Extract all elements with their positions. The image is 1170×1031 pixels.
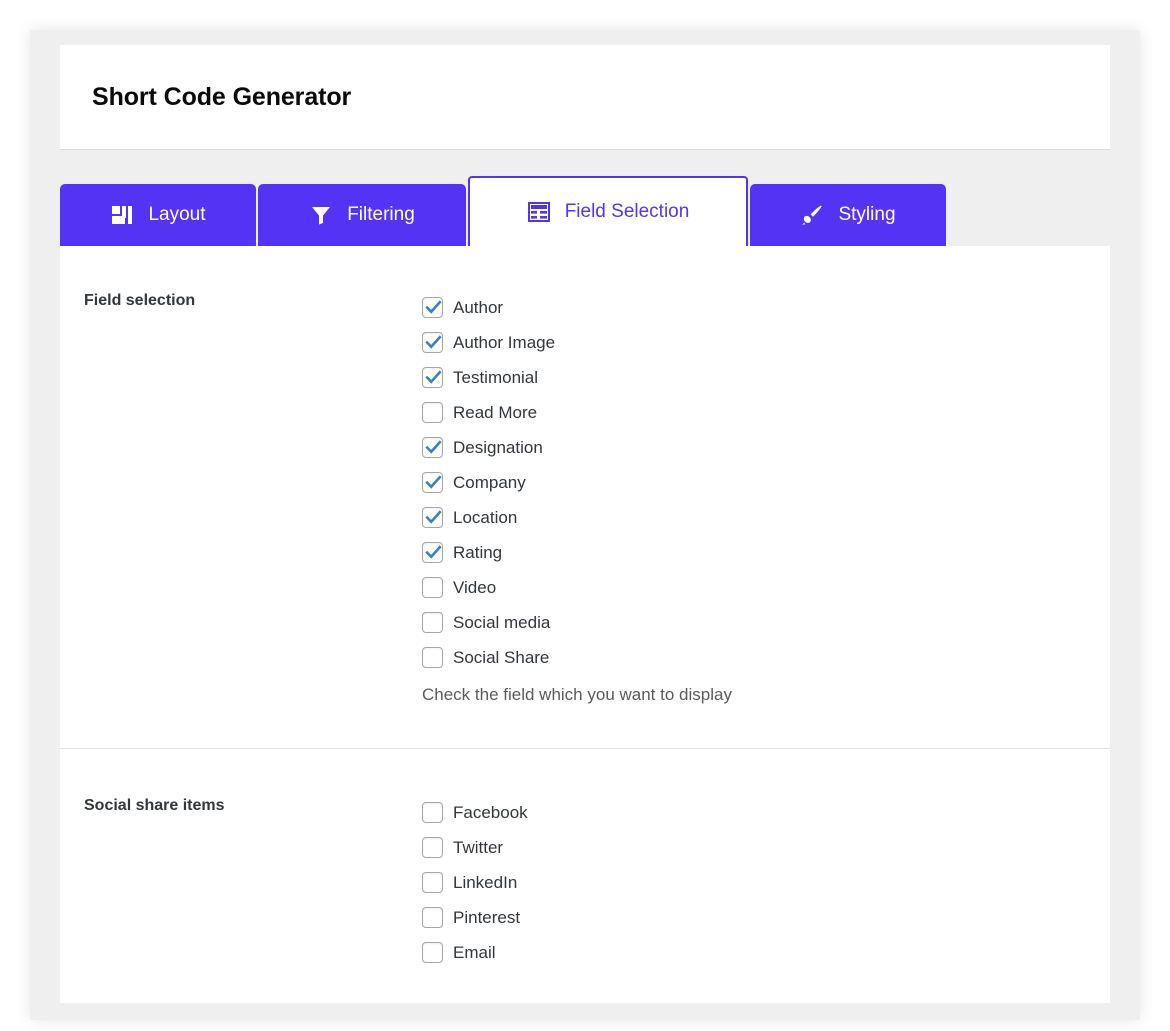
social-share-checkbox-list: Facebook Twitter LinkedIn Pinterest Email (422, 795, 1086, 970)
field-selection-item-row[interactable]: Read More (422, 395, 1086, 430)
social-share-item-row[interactable]: LinkedIn (422, 865, 1086, 900)
social-share-item-label: Pinterest (453, 907, 521, 927)
page-title: Short Code Generator (92, 83, 352, 111)
checkbox-checked-icon[interactable] (422, 297, 443, 318)
tab-filtering-label: Filtering (347, 204, 415, 225)
layout-grid-icon (110, 203, 134, 227)
social-share-item-row[interactable]: Facebook (422, 795, 1086, 830)
field-selection-label: Field selection (84, 292, 196, 309)
social-share-item-row[interactable]: Pinterest (422, 900, 1086, 935)
tab-layout[interactable]: Layout (60, 184, 256, 246)
funnel-icon (309, 203, 333, 227)
field-selection-item-label: Location (453, 507, 518, 527)
social-share-item-label: LinkedIn (453, 872, 518, 892)
tab-styling[interactable]: Styling (750, 184, 946, 246)
social-share-item-label: Twitter (453, 837, 504, 857)
checkbox-checked-icon[interactable] (422, 507, 443, 528)
field-selection-item-row[interactable]: Company (422, 465, 1086, 500)
checkbox-unchecked-icon[interactable] (422, 872, 443, 893)
checkbox-unchecked-icon[interactable] (422, 647, 443, 668)
checkbox-unchecked-icon[interactable] (422, 907, 443, 928)
checkbox-checked-icon[interactable] (422, 437, 443, 458)
social-share-item-row[interactable]: Twitter (422, 830, 1086, 865)
field-selection-item-row[interactable]: Rating (422, 535, 1086, 570)
field-selection-item-row[interactable]: Testimonial (422, 360, 1086, 395)
field-selection-item-row[interactable]: Designation (422, 430, 1086, 465)
checkbox-unchecked-icon[interactable] (422, 577, 443, 598)
tab-layout-label: Layout (148, 204, 206, 225)
field-selection-item-label: Social Share (453, 647, 550, 667)
tabs-strip: Layout Filtering Field Selection Styling (60, 151, 1110, 246)
field-selection-item-row[interactable]: Author (422, 290, 1086, 325)
checkbox-checked-icon[interactable] (422, 472, 443, 493)
checkbox-unchecked-icon[interactable] (422, 612, 443, 633)
field-selection-item-row[interactable]: Location (422, 500, 1086, 535)
social-share-item-label: Facebook (453, 802, 528, 822)
checkbox-checked-icon[interactable] (422, 542, 443, 563)
checkbox-unchecked-icon[interactable] (422, 942, 443, 963)
field-selection-item-label: Testimonial (453, 367, 539, 387)
field-selection-item-row[interactable]: Social media (422, 605, 1086, 640)
tab-field-selection-label: Field Selection (564, 201, 690, 222)
field-selection-item-row[interactable]: Social Share (422, 640, 1086, 675)
field-selection-item-label: Rating (453, 542, 503, 562)
header-card: Short Code Generator (60, 45, 1110, 150)
tab-list: Layout Filtering Field Selection Styling (60, 176, 948, 246)
field-selection-checkbox-list: Author Author Image Testimonial Read More De… (422, 290, 1086, 675)
field-selection-section: Field selection Author Author Image Testim… (60, 246, 1110, 749)
paintbrush-icon (800, 203, 824, 227)
field-selection-item-row[interactable]: Video (422, 570, 1086, 605)
social-share-item-label: Email (453, 942, 496, 962)
tab-filtering[interactable]: Filtering (258, 184, 466, 246)
tab-panel-field-selection: Field selection Author Author Image Testim… (60, 246, 1110, 1003)
field-selection-item-label: Author (453, 297, 504, 317)
field-selection-item-label: Designation (453, 437, 543, 457)
field-selection-item-row[interactable]: Author Image (422, 325, 1086, 360)
social-share-item-row[interactable]: Email (422, 935, 1086, 970)
field-selection-item-label: Author Image (453, 332, 556, 352)
tab-field-selection[interactable]: Field Selection (468, 176, 748, 246)
checkbox-checked-icon[interactable] (422, 332, 443, 353)
table-icon (527, 200, 551, 224)
field-selection-item-label: Read More (453, 402, 538, 422)
field-selection-item-label: Social media (453, 612, 551, 632)
tab-styling-label: Styling (838, 204, 896, 225)
social-share-section: Social share items Facebook Twitter Linked… (60, 749, 1110, 1010)
field-selection-item-label: Company (453, 472, 526, 492)
checkbox-unchecked-icon[interactable] (422, 837, 443, 858)
checkbox-checked-icon[interactable] (422, 367, 443, 388)
field-selection-item-label: Video (453, 577, 497, 597)
social-share-label: Social share items (84, 797, 225, 814)
checkbox-unchecked-icon[interactable] (422, 402, 443, 423)
checkbox-unchecked-icon[interactable] (422, 802, 443, 823)
field-selection-help-text: Check the field which you want to displa… (422, 685, 732, 704)
